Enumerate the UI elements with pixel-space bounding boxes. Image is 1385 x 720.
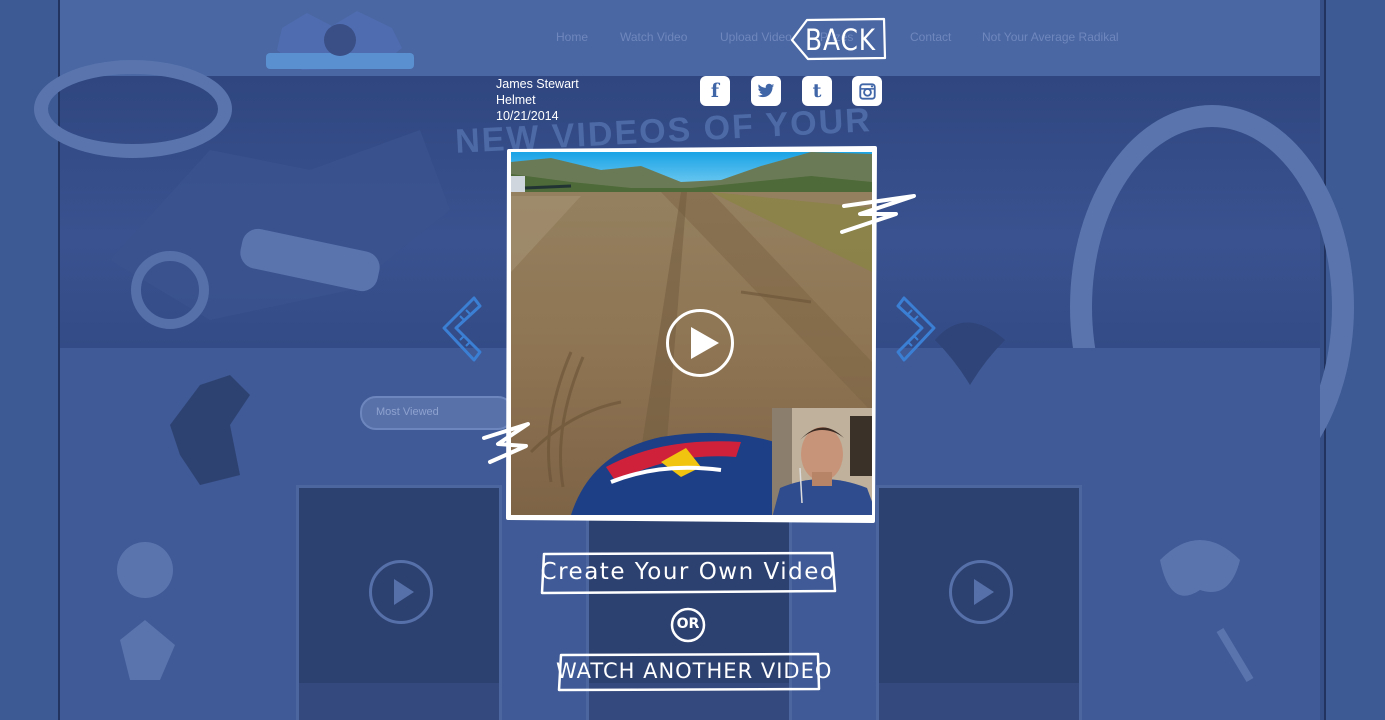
video-player-frame — [505, 145, 878, 523]
back-button[interactable]: BACK — [789, 17, 887, 61]
instagram-share-button[interactable] — [852, 76, 882, 106]
background-nav-link: Not Your Average Radikal — [982, 30, 1119, 44]
athlete-name: James Stewart — [496, 77, 579, 91]
create-your-own-video-button[interactable]: Create Your Own Video — [538, 551, 838, 595]
back-button-label: BACK — [805, 23, 876, 57]
twitter-icon — [757, 83, 775, 98]
reaction-cam-video[interactable] — [772, 408, 872, 515]
background-video-thumb — [296, 485, 502, 720]
zigzag-doodle — [840, 194, 916, 234]
facebook-share-button[interactable]: f — [700, 76, 730, 106]
background-doodle — [170, 375, 250, 485]
video-meta: James Stewart Helmet 10/21/2014 — [496, 76, 579, 124]
background-sort-select-value: Most Viewed — [376, 406, 439, 418]
or-label: OR — [676, 616, 700, 632]
background-nav-link: Upload Video — [720, 30, 792, 44]
watch-button-label: WATCH ANOTHER VIDEO — [556, 659, 833, 683]
watch-another-video-button[interactable]: WATCH ANOTHER VIDEO — [556, 652, 833, 692]
background-doodle — [935, 322, 1005, 385]
tumblr-icon: t — [812, 80, 822, 102]
tumblr-share-button[interactable]: t — [802, 76, 832, 106]
background-doodle — [1160, 540, 1254, 683]
zigzag-doodle — [482, 422, 530, 464]
or-divider: OR — [670, 607, 706, 643]
facebook-icon: f — [710, 80, 720, 102]
background-logo — [266, 11, 414, 70]
instagram-icon — [858, 82, 876, 100]
background-motorbike — [110, 130, 450, 329]
video-player[interactable] — [511, 152, 872, 515]
video-date: 10/21/2014 — [496, 109, 559, 123]
background-nav-link: Contact — [910, 30, 952, 44]
chevron-right-icon[interactable] — [892, 294, 938, 366]
background-video-thumb — [876, 485, 1082, 720]
background-nav-link: Home — [556, 30, 589, 44]
background-play-icon — [369, 560, 433, 624]
create-button-label: Create Your Own Video — [540, 559, 836, 585]
background-play-icon — [949, 560, 1013, 624]
reaction-cam-image — [772, 408, 872, 515]
twitter-share-button[interactable] — [751, 76, 781, 106]
camera-position: Helmet — [496, 93, 536, 107]
play-icon[interactable] — [666, 309, 734, 377]
background-nav-link: Watch Video — [620, 30, 688, 44]
background-doodle — [117, 542, 175, 680]
chevron-left-icon[interactable] — [440, 294, 486, 366]
background-nav-bar: Home Watch Video Upload Video Prizes Con… — [60, 0, 1320, 76]
